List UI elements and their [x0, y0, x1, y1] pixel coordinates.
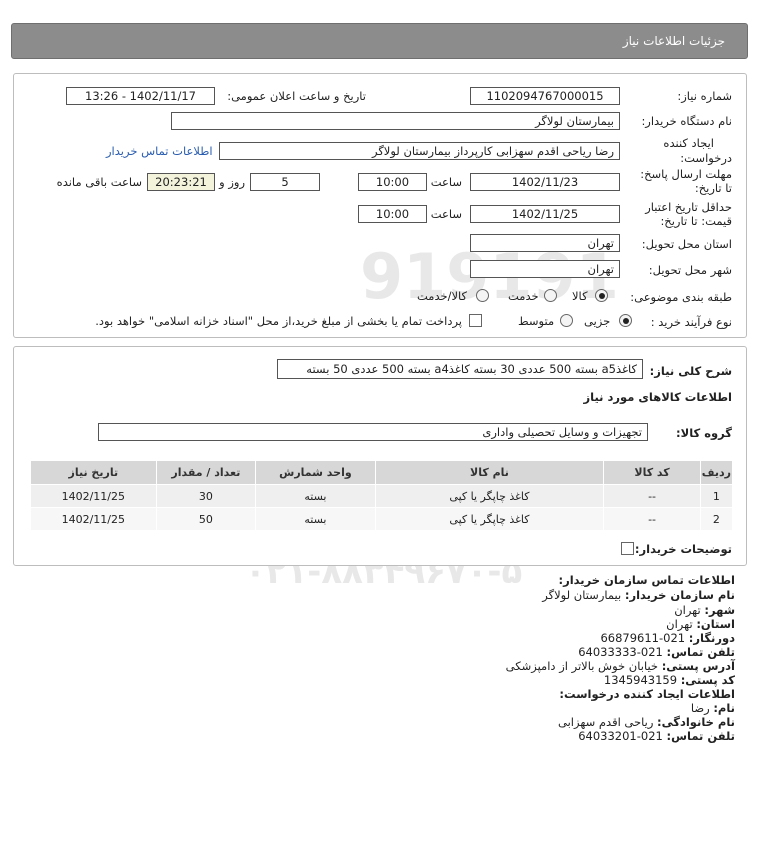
cell-qty: 30 — [155, 484, 257, 508]
creator-family: نام خانوادگی: ریاحی اقدم سهزابی — [558, 715, 735, 729]
deadline-time-field[interactable]: 10:00 — [358, 173, 427, 191]
validity-label-2: قیمت: تا تاریخ: — [660, 214, 732, 228]
cell-qty: 50 — [155, 507, 257, 531]
creator-name: نام: رضا — [690, 701, 735, 715]
province-label: استان محل تحویل: — [641, 237, 732, 251]
cell-unit: بسته — [255, 507, 376, 531]
creator-field[interactable]: رضا ریاحی اقدم سهزابی کارپرداز بیمارستان… — [219, 142, 620, 160]
cell-code: -- — [603, 507, 701, 531]
col-name: نام کالا — [374, 460, 605, 485]
cell-code: -- — [603, 484, 701, 508]
contact-phone: تلفن تماس: 021-64033333 — [578, 645, 735, 659]
category-radio-service[interactable] — [544, 289, 557, 302]
cell-row: 1 — [699, 484, 734, 508]
col-row: ردیف — [699, 460, 734, 485]
announce-field[interactable]: 1402/11/17 - 13:26 — [66, 87, 215, 105]
goods-group-field: تجهیزات و وسایل تحصیلی واداری — [98, 423, 648, 441]
col-date: تاریخ نیاز — [30, 460, 157, 485]
remaining-time-field: 20:23:21 — [147, 173, 215, 191]
contact-city: شهر: تهران — [674, 603, 735, 617]
validity-time-label: ساعت — [430, 207, 462, 221]
goods-group-label: گروه کالا: — [676, 426, 732, 440]
payment-note: پرداخت تمام یا بخشی از مبلغ خرید،از محل … — [95, 314, 462, 328]
cell-name: کاغذ چاپگر یا کپی — [374, 507, 605, 531]
contact-postal: کد پستی: 1345943159 — [603, 673, 735, 687]
table-row[interactable]: 1 -- کاغذ چاپگر یا کپی بسته 30 1402/11/2… — [30, 484, 734, 508]
category-label: طبقه بندی موضوعی: — [630, 290, 732, 304]
creator-phone: تلفن تماس: 021-64033201 — [578, 729, 735, 743]
cell-row: 2 — [699, 507, 734, 531]
deadline-time-label: ساعت — [430, 175, 462, 189]
process-option-minor: جزیی — [584, 314, 611, 328]
deadline-label-1: مهلت ارسال پاسخ: — [640, 167, 732, 181]
deadline-date-field[interactable]: 1402/11/23 — [470, 173, 620, 191]
process-radio-medium[interactable] — [560, 314, 573, 327]
goods-panel — [13, 346, 747, 566]
goods-section-title: اطلاعات کالاهای مورد نیاز — [583, 390, 732, 404]
category-option-service: خدمت — [508, 289, 539, 303]
contact-province: استان: تهران — [666, 617, 735, 631]
buyer-contact-link[interactable]: اطلاعات تماس خریدار — [106, 144, 213, 158]
category-radio-goods[interactable] — [595, 289, 608, 302]
buyer-notes-label: توضیحات خریدار: — [634, 542, 732, 556]
cell-date: 1402/11/25 — [30, 507, 157, 531]
table-row[interactable]: 2 -- کاغذ چاپگر یا کپی بسته 50 1402/11/2… — [30, 507, 734, 531]
contact-title: اطلاعات تماس سازمان خریدار: — [558, 573, 735, 587]
creator-title: اطلاعات ایجاد کننده درخواست: — [559, 687, 735, 701]
remaining-label: ساعت باقی مانده — [56, 175, 142, 189]
buyer-org-field[interactable]: بیمارستان لولاگر — [171, 112, 620, 130]
need-number-field[interactable]: 1102094767000015 — [470, 87, 620, 105]
cell-name: کاغذ چاپگر یا کپی — [374, 484, 605, 508]
page-header: جزئیات اطلاعات نیاز — [11, 23, 748, 59]
province-field[interactable]: تهران — [470, 234, 620, 252]
category-option-goods: کالا — [572, 289, 588, 303]
process-option-medium: متوسط — [518, 314, 555, 328]
days-label: روز و — [219, 175, 245, 189]
buyer-org-label: نام دستگاه خریدار: — [641, 114, 732, 128]
category-option-both: کالا/خدمت — [417, 289, 468, 303]
goods-table: ردیف کد کالا نام کالا واحد شمارش تعداد /… — [30, 460, 734, 531]
process-label: نوع فرآیند خرید : — [650, 315, 732, 329]
cell-unit: بسته — [255, 484, 376, 508]
payment-checkbox[interactable] — [469, 314, 482, 327]
validity-date-field[interactable]: 1402/11/25 — [470, 205, 620, 223]
category-radio-both[interactable] — [476, 289, 489, 302]
col-unit: واحد شمارش — [255, 460, 376, 485]
validity-time-field[interactable]: 10:00 — [358, 205, 427, 223]
creator-label-2: درخواست: — [680, 151, 732, 165]
city-label: شهر محل تحویل: — [648, 263, 732, 277]
contact-address: آدرس پستی: خیابان خوش بالاتر از دامپزشکی — [505, 659, 735, 673]
city-field[interactable]: تهران — [470, 260, 620, 278]
contact-org: نام سازمان خریدار: بیمارستان لولاگر — [542, 588, 735, 602]
process-radio-minor[interactable] — [619, 314, 632, 327]
summary-field: کاغذa5 بسته 500 عددی 30 بسته کاغذa4 بسته… — [277, 359, 643, 379]
page-title: جزئیات اطلاعات نیاز — [622, 34, 725, 48]
cell-date: 1402/11/25 — [30, 484, 157, 508]
need-number-label: شماره نیاز: — [677, 89, 732, 103]
announce-label: تاریخ و ساعت اعلان عمومی: — [227, 89, 366, 103]
buyer-notes-checkbox[interactable] — [621, 542, 634, 555]
deadline-label-2: تا تاریخ: — [694, 181, 732, 195]
col-qty: تعداد / مقدار — [155, 460, 257, 485]
contact-fax: دورنگار: 021-66879611 — [600, 631, 735, 645]
creator-label-1: ایجاد کننده — [663, 136, 714, 150]
col-code: کد کالا — [603, 460, 701, 485]
validity-label-1: حداقل تاریخ اعتبار — [645, 200, 732, 214]
summary-label: شرح کلی نیاز: — [649, 364, 732, 378]
days-field[interactable]: 5 — [250, 173, 320, 191]
goods-table-header: ردیف کد کالا نام کالا واحد شمارش تعداد /… — [30, 460, 734, 485]
